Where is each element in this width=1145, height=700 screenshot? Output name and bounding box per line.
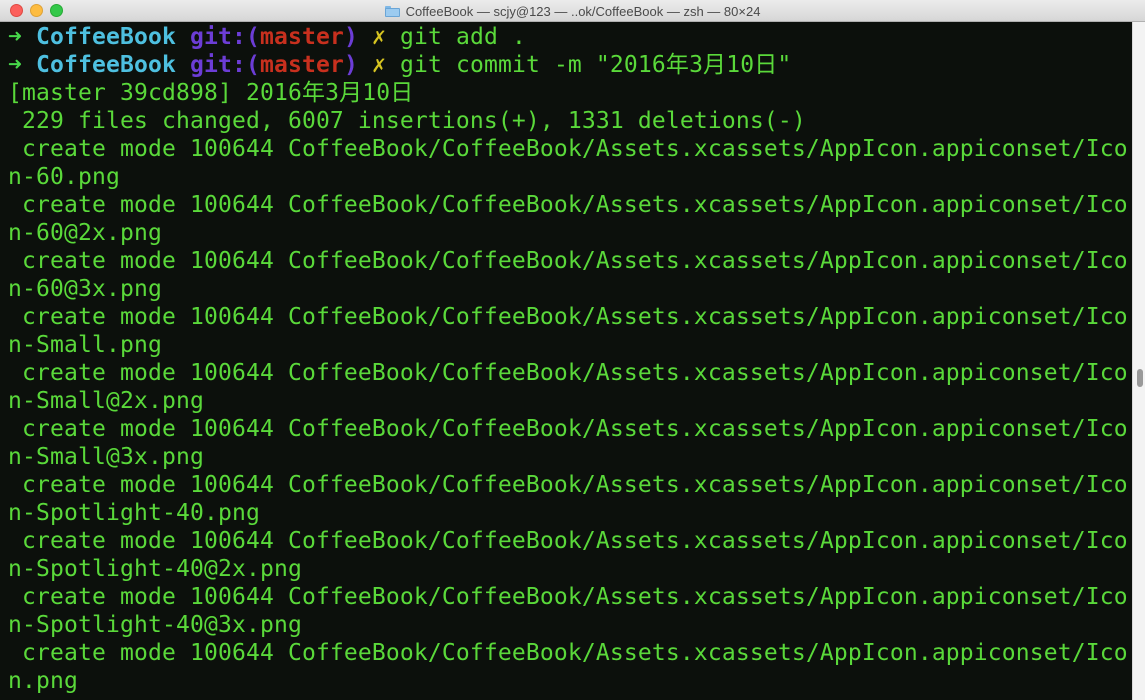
output-line: create mode 100644 CoffeeBook/CoffeeBook… xyxy=(8,248,1128,274)
prompt-git-close: ) xyxy=(343,24,358,50)
output-line: 229 files changed, 6007 insertions(+), 1… xyxy=(8,108,806,134)
output-line: n-Small@2x.png xyxy=(8,388,204,414)
prompt-command: git commit -m "2016年3月10日" xyxy=(399,52,792,78)
terminal-content[interactable]: ➜ CoffeeBook git:(master) ✗ git add . ➜ … xyxy=(0,22,1132,700)
prompt-repo: CoffeeBook xyxy=(36,24,176,50)
output-line: create mode 100644 CoffeeBook/CoffeeBook… xyxy=(8,136,1128,162)
terminal-window: CoffeeBook — scjy@123 — ..ok/CoffeeBook … xyxy=(0,0,1145,700)
window-title-area: CoffeeBook — scjy@123 — ..ok/CoffeeBook … xyxy=(0,0,1145,22)
dirty-mark-icon: ✗ xyxy=(371,52,386,78)
title-bar[interactable]: CoffeeBook — scjy@123 — ..ok/CoffeeBook … xyxy=(0,0,1145,22)
output-line: n.png xyxy=(8,668,78,694)
terminal-lines: ➜ CoffeeBook git:(master) ✗ git add . ➜ … xyxy=(8,23,1128,695)
output-line: n-Spotlight-40@3x.png xyxy=(8,612,302,638)
output-line: create mode 100644 CoffeeBook/CoffeeBook… xyxy=(8,528,1128,554)
output-line: create mode 100644 CoffeeBook/CoffeeBook… xyxy=(8,472,1128,498)
output-line: create mode 100644 CoffeeBook/CoffeeBook… xyxy=(8,304,1128,330)
prompt-git-label: git:( xyxy=(189,52,260,78)
output-line: create mode 100644 CoffeeBook/CoffeeBook… xyxy=(8,360,1128,386)
output-line: n-60@2x.png xyxy=(8,220,162,246)
output-line: n-Small@3x.png xyxy=(8,444,204,470)
output-line: n-60.png xyxy=(8,164,120,190)
output-line: n-Spotlight-40@2x.png xyxy=(8,556,302,582)
prompt-branch: master xyxy=(259,24,344,50)
prompt-arrow-icon: ➜ xyxy=(8,24,22,50)
prompt-git-close: ) xyxy=(343,52,358,78)
dirty-mark-icon: ✗ xyxy=(371,24,386,50)
prompt-line: ➜ CoffeeBook git:(master) ✗ git add . xyxy=(8,23,1128,51)
output-line: n-60@3x.png xyxy=(8,276,162,302)
scrollbar-thumb[interactable] xyxy=(1137,369,1143,387)
output-line: n-Small.png xyxy=(8,332,162,358)
window-title: CoffeeBook — scjy@123 — ..ok/CoffeeBook … xyxy=(405,3,761,19)
prompt-line: ➜ CoffeeBook git:(master) ✗ git commit -… xyxy=(8,51,1128,79)
vertical-scrollbar[interactable] xyxy=(1132,22,1145,700)
output-line: create mode 100644 CoffeeBook/CoffeeBook… xyxy=(8,584,1128,610)
prompt-branch: master xyxy=(259,52,344,78)
prompt-git-label: git:( xyxy=(189,24,260,50)
output-line: create mode 100644 CoffeeBook/CoffeeBook… xyxy=(8,640,1128,666)
prompt-repo: CoffeeBook xyxy=(36,52,176,78)
prompt-command: git add . xyxy=(399,24,526,50)
output-line: n-Spotlight-40.png xyxy=(8,500,260,526)
output-line: [master 39cd898] 2016年3月10日 xyxy=(8,80,414,106)
folder-icon xyxy=(384,5,400,17)
output-line: create mode 100644 CoffeeBook/CoffeeBook… xyxy=(8,192,1128,218)
prompt-arrow-icon: ➜ xyxy=(8,52,22,78)
output-line: create mode 100644 CoffeeBook/CoffeeBook… xyxy=(8,416,1128,442)
